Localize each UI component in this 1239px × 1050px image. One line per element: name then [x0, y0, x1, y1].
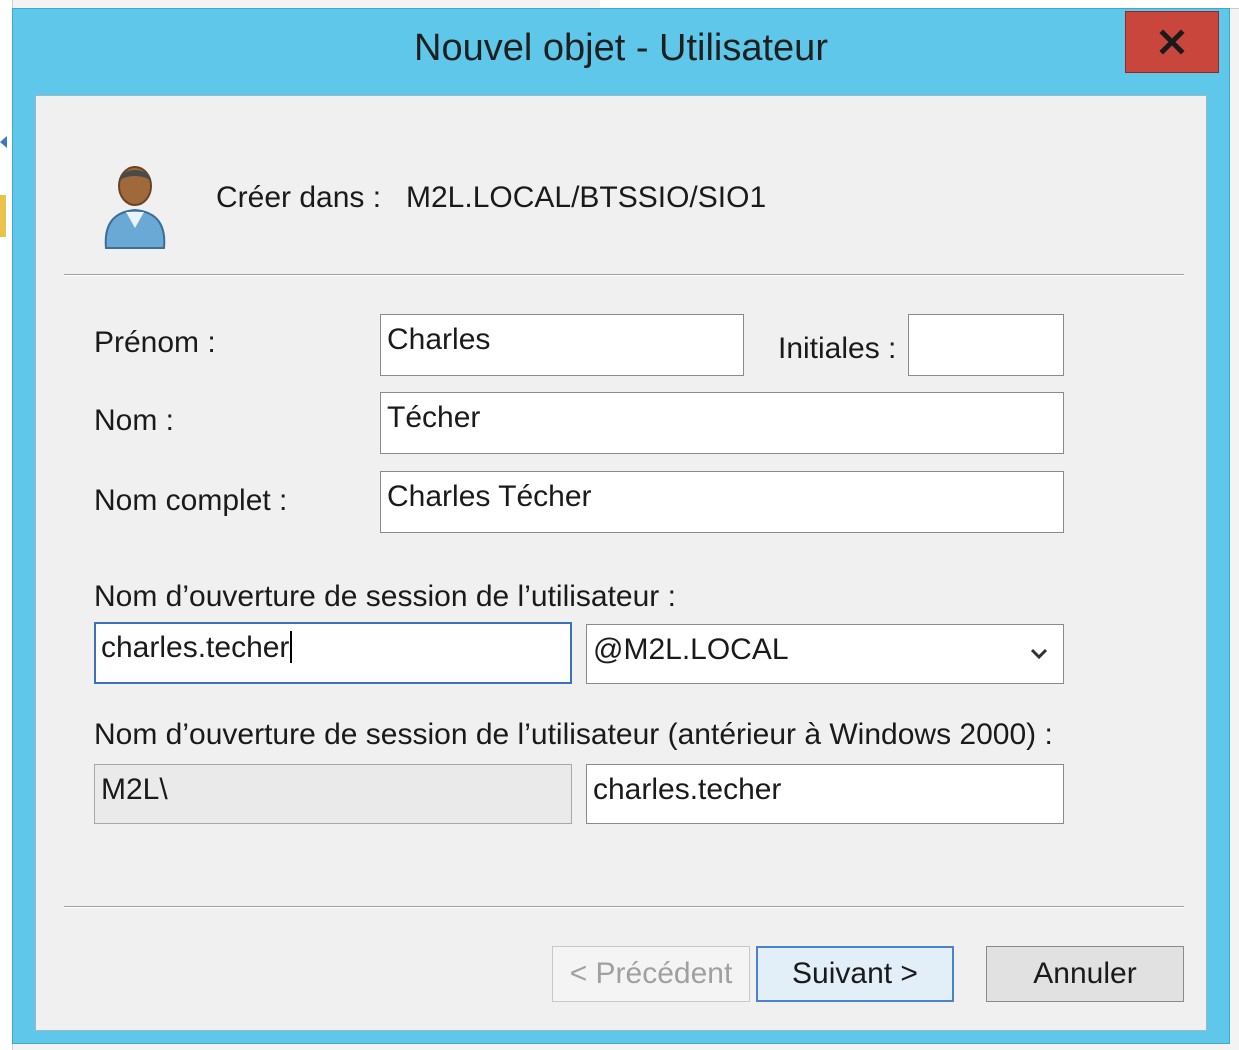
initials-label: Initiales : [778, 332, 897, 365]
dialog-content: Créer dans : M2L.LOCAL/BTSSIO/SIO1 Préno… [35, 95, 1207, 1031]
next-button[interactable]: Suivant > [756, 946, 954, 1002]
header-separator [64, 274, 1184, 276]
close-button[interactable] [1125, 11, 1219, 73]
title-bar[interactable]: Nouvel objet - Utilisateur [13, 9, 1229, 95]
background-folder-icon [0, 195, 6, 237]
cancel-button[interactable]: Annuler [986, 946, 1184, 1002]
text-caret [290, 631, 293, 663]
domain-selected-value: @M2L.LOCAL [593, 633, 789, 666]
chevron-down-icon [1030, 648, 1048, 660]
footer-separator [64, 906, 1184, 908]
user-icon [104, 166, 166, 249]
pre2000-logon-label: Nom d’ouverture de session de l’utilisat… [94, 718, 1053, 751]
pre2000-logon-field[interactable]: charles.techer [586, 764, 1064, 824]
logon-name-field[interactable]: charles.techer [94, 622, 572, 684]
create-in-path: M2L.LOCAL/BTSSIO/SIO1 [406, 181, 767, 214]
domain-dropdown[interactable]: @M2L.LOCAL [586, 624, 1064, 684]
initials-field[interactable] [908, 314, 1064, 376]
dialog-title: Nouvel objet - Utilisateur [414, 27, 828, 69]
last-name-label: Nom : [94, 404, 175, 437]
new-user-dialog: Nouvel objet - Utilisateur Créer dans : … [12, 8, 1230, 1044]
logon-name-text: charles.techer [101, 631, 290, 664]
previous-button[interactable]: < Précédent [552, 946, 750, 1002]
logon-name-label: Nom d’ouverture de session de l’utilisat… [94, 580, 676, 613]
close-icon [1159, 29, 1185, 55]
full-name-field[interactable]: Charles Técher [380, 471, 1064, 533]
full-name-label: Nom complet : [94, 484, 288, 517]
background-arrow-icon [0, 136, 7, 148]
first-name-label: Prénom : [94, 326, 216, 359]
last-name-field[interactable]: Técher [380, 392, 1064, 454]
first-name-field[interactable]: Charles [380, 314, 744, 376]
pre2000-domain-field: M2L\ [94, 764, 572, 824]
create-in-label: Créer dans : [216, 181, 382, 214]
